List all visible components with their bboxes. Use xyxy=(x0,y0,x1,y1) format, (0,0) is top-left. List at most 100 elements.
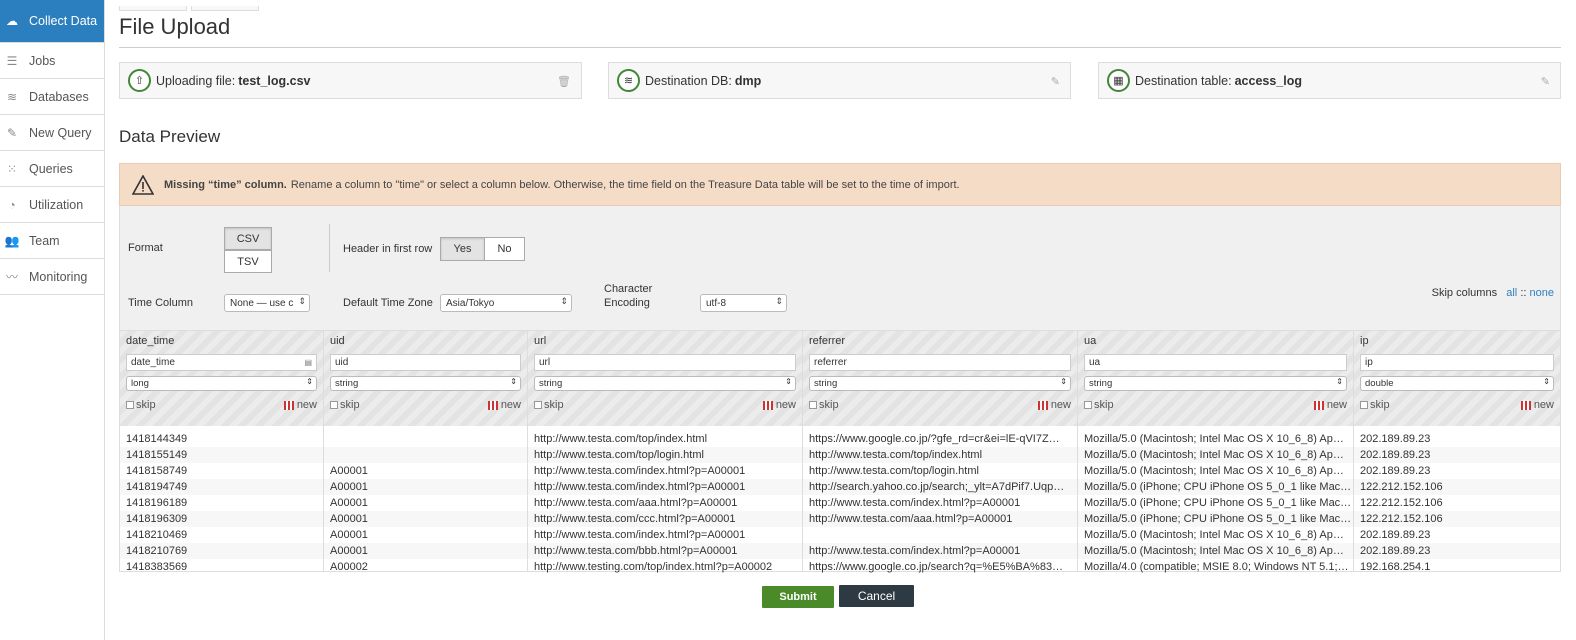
table-cell: http://www.testa.com/aaa.html?p=A00001 xyxy=(534,497,738,509)
column-type-select[interactable]: string ⇕ xyxy=(809,376,1071,391)
skip-checkbox[interactable]: skip xyxy=(126,399,156,411)
skip-checkbox[interactable]: skip xyxy=(534,399,564,411)
table-cell: 202.189.89.23 xyxy=(1354,543,1560,559)
select-arrow-icon: ⇕ xyxy=(510,377,517,386)
sidebar-item-databases[interactable]: ≋ Databases xyxy=(0,79,104,115)
table-icon: ▦ xyxy=(1107,69,1130,92)
encoding-select[interactable]: utf-8 ⇕ xyxy=(700,294,787,312)
timezone-select[interactable]: Asia/Tokyo ⇕ xyxy=(440,294,572,312)
column-type-select[interactable]: long ⇕ xyxy=(126,376,317,391)
sidebar-item-jobs[interactable]: ☰ Jobs xyxy=(0,43,104,79)
sidebar-item-label: Utilization xyxy=(29,197,84,212)
format-tsv-button[interactable]: TSV xyxy=(224,250,272,273)
column-date-time: date_time date_time ▤ long ⇕ skip new 141814434… xyxy=(120,331,324,573)
checkbox-icon xyxy=(1084,401,1092,410)
column-type-select[interactable]: string ⇕ xyxy=(330,376,521,391)
column-uid: uid uid string ⇕ skip new A00001 A00001 A00001 A0… xyxy=(324,331,528,573)
column-referrer: referrer referrer string ⇕ skip new https://ww… xyxy=(803,331,1078,573)
column-name: date_time xyxy=(126,335,175,347)
new-column-icon xyxy=(1313,400,1324,410)
sidebar-item-new-query[interactable]: ✎ New Query xyxy=(0,115,104,151)
skip-all-link[interactable]: all xyxy=(1506,287,1517,299)
table-cell: http://www.testa.com/index.html?p=A00001 xyxy=(534,529,746,541)
column-header: referrer referrer string ⇕ skip new xyxy=(803,331,1077,426)
header-no-button[interactable]: No xyxy=(484,237,525,261)
edit-db-icon[interactable]: ✎ xyxy=(1051,75,1060,88)
top-tab[interactable] xyxy=(119,6,187,11)
sidebar-item-queries[interactable]: ⁙ Queries xyxy=(0,151,104,187)
column-type-value: string xyxy=(539,378,563,389)
table-cell: 1418210469 xyxy=(126,529,188,541)
column-name-input[interactable]: date_time ▤ xyxy=(126,354,317,371)
table-cell: Mozilla/5.0 (Macintosh; Intel Mac OS X 1… xyxy=(1084,529,1344,541)
table-cell: Mozilla/4.0 (compatible; MSIE 8.0; Windo… xyxy=(1084,561,1349,573)
submit-button[interactable]: Submit xyxy=(762,586,834,608)
sidebar-item-utilization[interactable]: ◔ Utilization xyxy=(0,187,104,223)
checkbox-icon xyxy=(330,401,338,410)
title-divider xyxy=(119,47,1561,48)
column-type-select[interactable]: string ⇕ xyxy=(1084,376,1347,391)
top-tab[interactable] xyxy=(191,6,259,11)
new-label: new xyxy=(500,399,521,411)
skip-checkbox[interactable]: skip xyxy=(809,399,839,411)
column-type-select[interactable]: string ⇕ xyxy=(534,376,796,391)
column-name-input[interactable]: ua xyxy=(1084,354,1347,371)
new-column-toggle[interactable]: new xyxy=(1037,399,1071,411)
column-type-value: string xyxy=(335,378,359,389)
skip-none-link[interactable]: none xyxy=(1530,287,1554,299)
column-name: referrer xyxy=(809,335,846,347)
column-type-select[interactable]: double ⇕ xyxy=(1360,376,1554,391)
new-column-toggle[interactable]: new xyxy=(1313,399,1347,411)
column-name: ip xyxy=(1360,335,1369,347)
column-skip-row: skip new xyxy=(809,399,1071,411)
column-name-input[interactable]: url xyxy=(534,354,796,371)
skip-checkbox[interactable]: skip xyxy=(1360,399,1390,411)
table-cell: 1418383569 xyxy=(126,561,188,573)
skip-checkbox[interactable]: skip xyxy=(330,399,360,411)
sidebar-item-label: Team xyxy=(29,233,60,248)
column-type-value: long xyxy=(131,378,149,389)
new-column-toggle[interactable]: new xyxy=(487,399,521,411)
new-column-toggle[interactable]: new xyxy=(762,399,796,411)
format-csv-button[interactable]: CSV xyxy=(224,227,272,250)
time-column-select[interactable]: None — use c ⇕ xyxy=(224,294,310,312)
sidebar-item-collect-data[interactable]: ☁ Collect Data xyxy=(0,0,104,43)
skip-label: skip xyxy=(1370,399,1390,411)
sidebar-item-team[interactable]: 👥 Team xyxy=(0,223,104,259)
column-name-input[interactable]: ip xyxy=(1360,354,1554,371)
sidebar-item-monitoring[interactable]: 〰 Monitoring xyxy=(0,259,104,295)
column-name-input[interactable]: referrer xyxy=(809,354,1071,371)
table-name: access_log xyxy=(1234,73,1303,88)
skip-label: skip xyxy=(544,399,564,411)
column-header: ua ua string ⇕ skip new xyxy=(1078,331,1353,426)
column-skip-row: skip new xyxy=(1360,399,1554,411)
table-cell: http://www.testa.com/index.html?p=A00001 xyxy=(528,479,802,495)
table-cell: http://search.yahoo.co.jp/search;_ylt=A7… xyxy=(803,479,1077,495)
new-column-toggle[interactable]: new xyxy=(1520,399,1554,411)
upload-file-box: ⇧ Uploading file: test_log.csv 🗑 xyxy=(119,62,582,99)
calendar-icon: ▤ xyxy=(304,358,312,367)
table-cell xyxy=(324,431,527,447)
checkbox-icon xyxy=(809,401,817,410)
table-cell: http://www.testa.com/top/login.html xyxy=(528,447,802,463)
table-cell: Mozilla/5.0 (Macintosh; Intel Mac OS X 1… xyxy=(1084,465,1344,477)
format-label: Format xyxy=(128,242,163,254)
new-column-toggle[interactable]: new xyxy=(283,399,317,411)
sidebar-item-label: Databases xyxy=(29,89,89,104)
trash-icon[interactable]: 🗑 xyxy=(557,75,571,88)
table-cell: 202.189.89.23 xyxy=(1354,447,1560,463)
column-skip-row: skip new xyxy=(1084,399,1347,411)
cancel-button[interactable]: Cancel xyxy=(839,585,914,607)
skip-label: skip xyxy=(819,399,839,411)
sidebar-item-label: Collect Data xyxy=(29,14,98,28)
sidebar-item-label: Queries xyxy=(29,161,73,176)
grid-icon: ⁙ xyxy=(6,161,18,176)
column-name: uid xyxy=(330,335,345,347)
edit-table-icon[interactable]: ✎ xyxy=(1541,75,1550,88)
skip-checkbox[interactable]: skip xyxy=(1084,399,1114,411)
sidebar: ☁ Collect Data ☰ Jobs ≋ Databases ✎ New Query ⁙ Q… xyxy=(0,0,105,640)
header-yes-button[interactable]: Yes xyxy=(440,237,485,261)
table-cell: 1418196189 xyxy=(126,497,188,509)
checkbox-icon xyxy=(126,401,134,410)
column-name-input[interactable]: uid xyxy=(330,354,521,371)
